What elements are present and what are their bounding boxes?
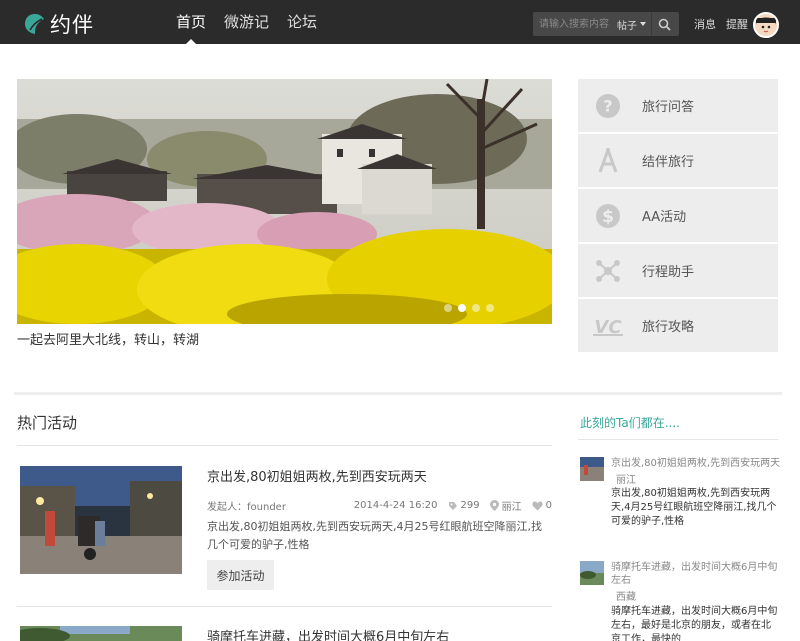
top-navbar: 约伴 首页 微游记 论坛 帖子 消息 提醒 bbox=[0, 0, 800, 44]
hero-carousel[interactable] bbox=[17, 79, 552, 324]
activity-thumbnail[interactable] bbox=[20, 626, 182, 641]
location-value[interactable]: 丽江 bbox=[502, 498, 522, 513]
person-thumbnail[interactable] bbox=[580, 457, 604, 481]
activity-card: 骑摩托车进藏，出发时间大概6月中旬左右 bbox=[20, 626, 552, 641]
section-divider bbox=[14, 392, 782, 395]
tag-icon bbox=[448, 501, 457, 510]
network-icon bbox=[596, 259, 620, 282]
carousel-dot[interactable] bbox=[444, 304, 452, 312]
street-photo-thumb bbox=[580, 457, 604, 481]
side-item-guides[interactable]: VC 旅行攻略 bbox=[578, 299, 778, 352]
search-input[interactable] bbox=[533, 12, 617, 36]
activity-separator bbox=[17, 606, 552, 607]
svg-text:$: $ bbox=[602, 207, 614, 227]
avatar[interactable] bbox=[753, 12, 779, 38]
location: 丽江 bbox=[489, 498, 522, 513]
activity-title[interactable]: 京出发,80初姐姐两枚,先到西安玩两天 bbox=[207, 466, 427, 485]
side-item-label: 旅行问答 bbox=[642, 100, 695, 115]
side-menu: ? 旅行问答 结伴旅行 $ AA活动 行程助手 VC 旅行攻略 bbox=[578, 79, 778, 354]
search-button[interactable] bbox=[651, 12, 677, 36]
side-item-label: 行程助手 bbox=[642, 265, 695, 280]
person-post-desc: 京出发,80初姐姐两枚,先到西安玩两天,4月25号红眼航班空降丽江,找几个可爱的… bbox=[611, 488, 777, 527]
main-nav: 首页 微游记 论坛 bbox=[176, 0, 335, 44]
views-value: 299 bbox=[460, 500, 480, 511]
likes-value: 0 bbox=[545, 500, 552, 511]
carousel-dot[interactable] bbox=[472, 304, 480, 312]
likes-count[interactable]: 0 bbox=[532, 500, 552, 511]
nav-home[interactable]: 首页 bbox=[176, 0, 206, 44]
activity-thumbnail[interactable] bbox=[20, 466, 182, 574]
carousel-dots bbox=[438, 304, 494, 312]
landscape-photo-thumb bbox=[580, 561, 604, 585]
search-scope-label: 帖子 bbox=[617, 20, 637, 32]
messages-link[interactable]: 消息 bbox=[694, 0, 716, 50]
carousel-dot-active[interactable] bbox=[458, 304, 466, 312]
person-location: 丽江 bbox=[616, 475, 636, 486]
logo[interactable]: 约伴 bbox=[24, 9, 94, 39]
hero-image bbox=[17, 79, 552, 324]
activity-description: 京出发,80初姐姐两枚,先到西安玩两天,4月25号红眼航班空降丽江,找几个可爱的… bbox=[207, 520, 542, 551]
side-item-aa-activity[interactable]: $ AA活动 bbox=[578, 189, 778, 242]
activity-initiator[interactable]: 发起人：founder bbox=[207, 498, 354, 513]
street-night-photo bbox=[20, 466, 182, 574]
user-avatar-icon bbox=[755, 14, 777, 36]
brand-name: 约伴 bbox=[50, 13, 94, 37]
side-item-label: 旅行攻略 bbox=[642, 320, 695, 335]
activity-meta: 发起人：founder 2014-4-24 16:20 299 丽江 0 bbox=[207, 498, 552, 513]
side-item-group-travel[interactable]: 结伴旅行 bbox=[578, 134, 778, 187]
nav-travelogue[interactable]: 微游记 bbox=[224, 0, 269, 44]
side-item-label: AA活动 bbox=[642, 210, 687, 225]
caret-down-icon bbox=[640, 22, 646, 26]
nav-forum[interactable]: 论坛 bbox=[287, 0, 317, 44]
side-item-itinerary[interactable]: 行程助手 bbox=[578, 244, 778, 297]
join-activity-button[interactable]: 参加活动 bbox=[207, 560, 274, 590]
activity-date: 2014-4-24 16:20 bbox=[353, 500, 438, 511]
reminders-link[interactable]: 提醒 bbox=[726, 0, 748, 50]
now-underline bbox=[578, 439, 778, 440]
side-item-label: 结伴旅行 bbox=[642, 155, 695, 170]
leaf-logo-icon bbox=[25, 14, 44, 34]
carousel-dot[interactable] bbox=[486, 304, 494, 312]
person-post-desc: 骑摩托车进藏，出发时间大概6月中旬左右，最好是北京的朋友，或者在北京工作，最快的 bbox=[611, 606, 778, 641]
person-thumbnail[interactable] bbox=[580, 561, 604, 585]
person-post-title[interactable]: 骑摩托车进藏，出发时间大概6月中旬左右 bbox=[611, 561, 780, 587]
search-scope-dropdown[interactable]: 帖子 bbox=[617, 17, 651, 32]
now-section-title[interactable]: 此刻的Ta们都在.... bbox=[580, 414, 680, 431]
person-item: 京出发,80初姐姐两枚,先到西安玩两天 丽江 京出发,80初姐姐两枚,先到西安玩… bbox=[580, 457, 780, 537]
dollar-icon: $ bbox=[596, 203, 620, 228]
views-count: 299 bbox=[448, 500, 480, 511]
search-icon bbox=[658, 18, 671, 31]
person-item: 骑摩托车进藏，出发时间大概6月中旬左右 西藏 骑摩托车进藏，出发时间大概6月中旬… bbox=[580, 561, 780, 641]
hero-caption[interactable]: 一起去阿里大北线，转山，转湖 bbox=[17, 329, 199, 348]
location-pin-icon bbox=[489, 500, 499, 511]
activity-title[interactable]: 骑摩托车进藏，出发时间大概6月中旬左右 bbox=[207, 626, 449, 641]
question-icon: ? bbox=[596, 93, 620, 118]
side-item-travel-qa[interactable]: ? 旅行问答 bbox=[578, 79, 778, 132]
section-underline bbox=[17, 445, 552, 446]
person-post-title[interactable]: 京出发,80初姐姐两枚,先到西安玩两天 bbox=[611, 457, 781, 470]
section-title: 热门活动 bbox=[17, 414, 78, 432]
person-location: 西藏 bbox=[616, 592, 636, 603]
search-box: 帖子 bbox=[533, 12, 679, 36]
landscape-photo bbox=[20, 626, 182, 641]
activity-card: 京出发,80初姐姐两枚,先到西安玩两天 发起人：founder 2014-4-2… bbox=[20, 466, 552, 596]
vc-icon: VC bbox=[593, 317, 623, 337]
compass-icon bbox=[598, 147, 618, 173]
svg-text:?: ? bbox=[603, 96, 612, 115]
heart-icon bbox=[532, 500, 543, 510]
